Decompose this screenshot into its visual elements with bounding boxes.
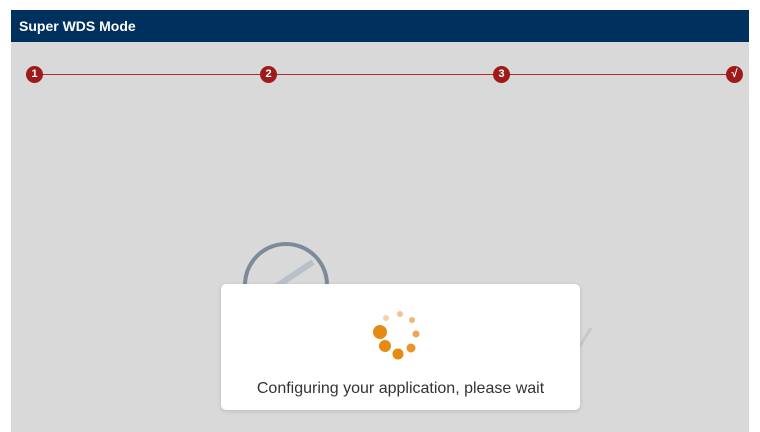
step-2-indicator: 2	[260, 66, 277, 83]
loading-message: Configuring your application, please wai…	[256, 380, 545, 397]
step-complete-indicator: √	[726, 66, 743, 83]
loading-dialog: Configuring your application, please wai…	[221, 284, 580, 410]
wizard-stepper: 1 2 3 √	[11, 42, 749, 102]
loading-spinner-icon	[373, 311, 420, 360]
wizard-panel: Super WDS Mode 1 2 3 √ Configuring your …	[11, 10, 749, 432]
step-connector-3	[509, 74, 727, 75]
step-connector-1	[39, 74, 261, 75]
step-connector-2	[276, 74, 494, 75]
window-title: Super WDS Mode	[11, 10, 749, 42]
step-3-indicator: 3	[493, 66, 510, 83]
step-1-indicator: 1	[26, 66, 43, 83]
